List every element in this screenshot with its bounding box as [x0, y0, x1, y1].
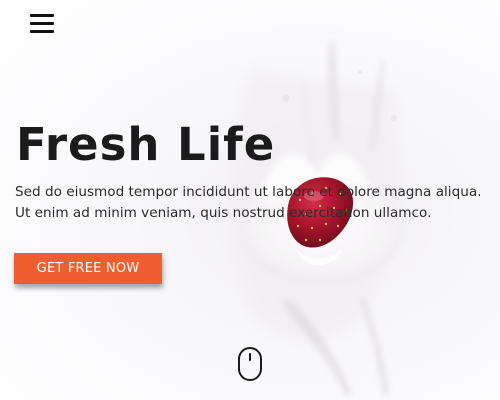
hero-section: Fresh Life Sed do eiusmod tempor incidid…: [0, 0, 500, 400]
menu-line: [30, 22, 54, 25]
hero-title: Fresh Life: [16, 118, 276, 171]
hamburger-menu-icon[interactable]: [30, 11, 56, 35]
get-free-now-button[interactable]: GET FREE NOW: [14, 253, 162, 284]
mouse-scroll-icon[interactable]: [237, 346, 263, 382]
hero-description: Sed do eiusmod tempor incididunt ut labo…: [15, 184, 482, 221]
menu-line: [30, 14, 54, 17]
menu-line: [30, 30, 54, 33]
